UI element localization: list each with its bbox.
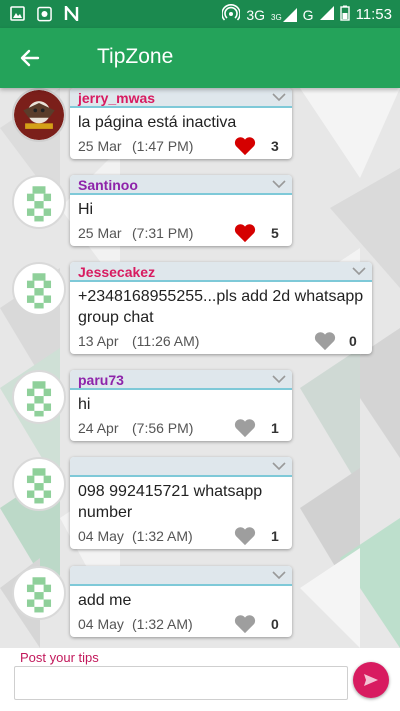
like-count: 0 — [271, 616, 279, 632]
username[interactable]: paru73 — [78, 372, 124, 388]
like-count: 1 — [271, 420, 279, 436]
message-text: hi — [78, 396, 91, 413]
like-count: 0 — [349, 333, 357, 349]
message-date: 25 Mar — [78, 225, 122, 241]
n-logo-icon — [64, 6, 79, 21]
username[interactable]: Santinoo — [78, 177, 138, 193]
post-input[interactable] — [14, 666, 348, 700]
message-card[interactable]: 098 992415721 whatsapp number 04 May (1:… — [70, 457, 292, 549]
heart-icon[interactable] — [234, 418, 256, 438]
message-meta: 25 Mar (1:47 PM) 3 — [70, 133, 292, 159]
chevron-down-icon[interactable] — [272, 461, 286, 471]
username[interactable]: Jessecakez — [78, 264, 155, 280]
hotspot-icon — [221, 4, 242, 25]
message-text: 098 992415721 whatsapp number — [78, 483, 263, 521]
app-bar: TipZone — [0, 28, 400, 88]
avatar[interactable] — [12, 262, 66, 316]
message-text: la página está inactiva — [78, 114, 237, 131]
message-time: (1:32 AM) — [132, 616, 193, 632]
chevron-down-icon[interactable] — [272, 179, 286, 189]
signal-icon: 3G — [271, 7, 297, 22]
message-meta: 24 Apr (7:56 PM) 1 — [70, 415, 292, 441]
signal-icon-2 — [319, 6, 334, 23]
message-text: Hi — [78, 201, 94, 218]
chevron-down-icon[interactable] — [272, 374, 286, 384]
chevron-down-icon[interactable] — [352, 266, 366, 276]
like-count: 5 — [271, 225, 279, 241]
username[interactable]: jerry_mwas — [78, 90, 155, 106]
message-card[interactable]: add me 04 May (1:32 AM) 0 — [70, 566, 292, 637]
avatar[interactable] — [12, 566, 66, 620]
message-date: 04 May — [78, 616, 124, 632]
message-text: +2348168955255...pls add 2d whatsapp gro… — [78, 288, 364, 326]
send-button[interactable] — [353, 662, 389, 698]
image-icon — [10, 6, 25, 21]
message-time: (1:47 PM) — [132, 138, 194, 154]
message-date: 04 May — [78, 528, 124, 544]
arrow-back-icon[interactable] — [16, 44, 44, 72]
background-pattern — [0, 88, 400, 648]
message-header — [70, 457, 292, 477]
message-header: Jessecakez — [70, 262, 372, 282]
avatar[interactable] — [12, 88, 66, 142]
message-time: (7:31 PM) — [132, 225, 194, 241]
chevron-down-icon[interactable] — [272, 570, 286, 580]
network-type-small: 3G — [271, 12, 282, 22]
heart-icon[interactable] — [234, 223, 256, 243]
send-icon — [364, 674, 378, 686]
post-composer: Post your tips — [0, 648, 400, 711]
message-date: 13 Apr — [78, 333, 119, 349]
message-card[interactable]: paru73 hi 24 Apr (7:56 PM) 1 — [70, 370, 292, 441]
page-title: TipZone — [97, 45, 174, 68]
heart-icon[interactable] — [234, 614, 256, 634]
like-count: 1 — [271, 528, 279, 544]
message-date: 24 Apr — [78, 420, 119, 436]
message-header: jerry_mwas — [70, 88, 292, 108]
heart-icon[interactable] — [314, 331, 336, 351]
clock: 11:53 — [355, 6, 392, 23]
messages-list[interactable]: jerry_mwas la página está inactiva 25 Ma… — [0, 88, 400, 648]
camera-icon — [37, 6, 52, 21]
battery-icon — [339, 5, 350, 24]
message-header — [70, 566, 292, 586]
chevron-down-icon[interactable] — [272, 92, 286, 102]
message-date: 25 Mar — [78, 138, 122, 154]
message-header: paru73 — [70, 370, 292, 390]
message-text: add me — [78, 592, 132, 609]
signal-label: G — [302, 6, 314, 23]
like-count: 3 — [271, 138, 279, 154]
message-card[interactable]: Santinoo Hi 25 Mar (7:31 PM) 5 — [70, 175, 292, 246]
message-time: (11:26 AM) — [132, 333, 200, 349]
avatar[interactable] — [12, 175, 66, 229]
message-header: Santinoo — [70, 175, 292, 195]
message-time: (1:32 AM) — [132, 528, 193, 544]
message-meta: 04 May (1:32 AM) 1 — [70, 523, 292, 549]
post-label: Post your tips — [20, 650, 99, 665]
avatar[interactable] — [12, 370, 66, 424]
heart-icon[interactable] — [234, 136, 256, 156]
message-meta: 25 Mar (7:31 PM) 5 — [70, 220, 292, 246]
network-type: 3G — [246, 6, 265, 23]
message-card[interactable]: Jessecakez +2348168955255...pls add 2d w… — [70, 262, 372, 354]
message-card[interactable]: jerry_mwas la página está inactiva 25 Ma… — [70, 88, 292, 159]
message-meta: 04 May (1:32 AM) 0 — [70, 611, 292, 637]
message-time: (7:56 PM) — [132, 420, 194, 436]
status-bar: 3G 3G G 11:53 — [0, 0, 400, 28]
avatar[interactable] — [12, 457, 66, 511]
heart-icon[interactable] — [234, 526, 256, 546]
message-meta: 13 Apr (11:26 AM) 0 — [70, 328, 372, 354]
